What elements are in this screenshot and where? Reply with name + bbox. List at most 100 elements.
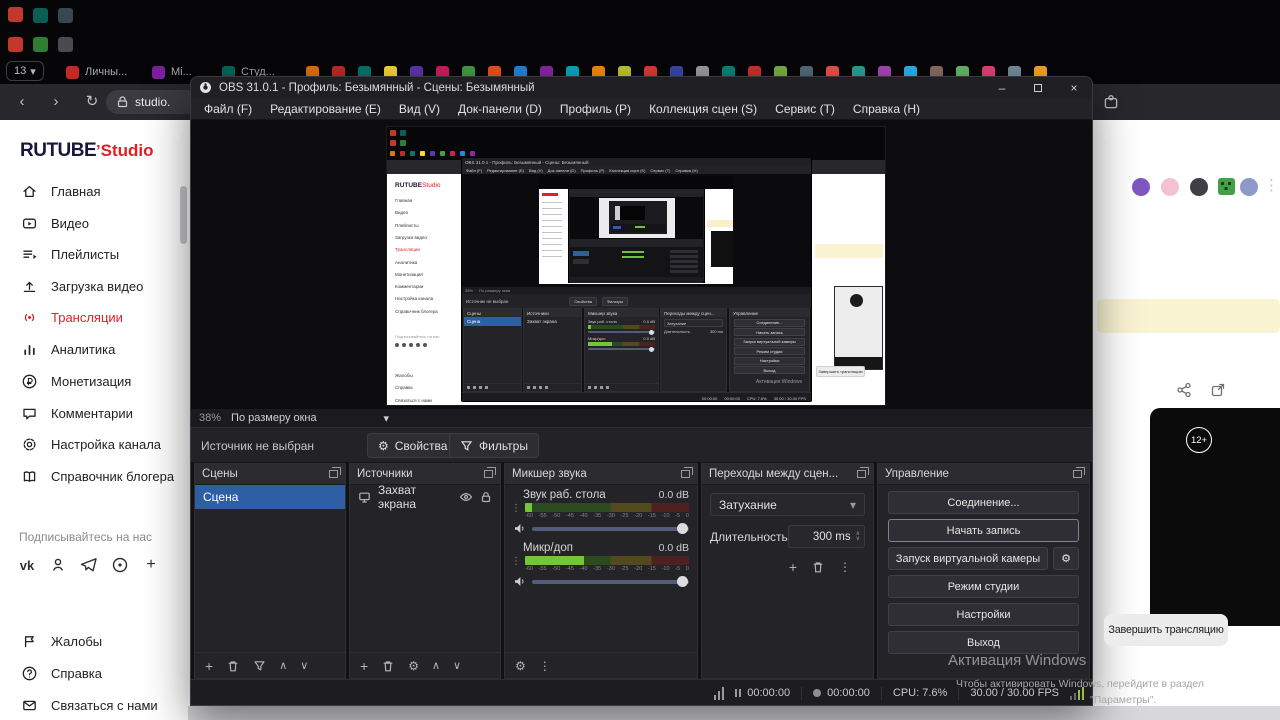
remove-source-icon[interactable]: [381, 659, 395, 673]
zoom-fit-dropdown[interactable]: По размеру окна ▾: [231, 412, 389, 425]
telegram-icon[interactable]: [78, 554, 100, 576]
browser-menu-icon[interactable]: ⋮: [1264, 176, 1279, 194]
transition-menu-icon[interactable]: ⋮: [839, 561, 851, 573]
sidebar-item-help[interactable]: Справка: [0, 659, 190, 687]
transition-type-dropdown[interactable]: Затухание ▾: [710, 493, 865, 516]
menu-help[interactable]: Справка (H): [844, 102, 929, 116]
vk-icon[interactable]: vk: [16, 554, 38, 576]
extension-icon[interactable]: [1161, 178, 1179, 196]
menu-tools[interactable]: Сервис (T): [766, 102, 844, 116]
close-button[interactable]: ×: [1056, 77, 1092, 98]
minimize-button[interactable]: –: [984, 77, 1020, 98]
start-recording-button[interactable]: Начать запись: [888, 519, 1079, 542]
volume-slider[interactable]: [532, 522, 689, 534]
duration-spinner[interactable]: 300 ms ∧ ∨: [787, 525, 865, 548]
exit-button[interactable]: Выход: [888, 631, 1079, 654]
sidebar-item-playlists[interactable]: Плейлисты: [0, 240, 190, 268]
spinner-arrows[interactable]: ∧ ∨: [856, 531, 860, 542]
scene-item[interactable]: Сцена: [195, 485, 345, 509]
end-stream-button[interactable]: Завершить трансляцию: [1104, 614, 1228, 646]
popout-icon[interactable]: [857, 467, 869, 478]
add-scene-icon[interactable]: +: [205, 659, 213, 673]
rutube-logo[interactable]: RUTUBE’Studio: [20, 140, 154, 162]
move-down-icon[interactable]: ∨: [453, 659, 461, 672]
extensions-puzzle-icon[interactable]: [1102, 93, 1120, 111]
menu-scene-collection[interactable]: Коллекция сцен (S): [640, 102, 766, 116]
ok-icon[interactable]: [47, 554, 69, 576]
popout-icon[interactable]: [1073, 467, 1085, 478]
menu-edit[interactable]: Редактирование (E): [261, 102, 390, 116]
channel-menu-icon[interactable]: ⋮: [511, 503, 521, 519]
channel-menu-icon[interactable]: ⋮: [511, 556, 521, 572]
move-up-icon[interactable]: ∧: [432, 659, 440, 672]
extension-icon[interactable]: [1132, 178, 1150, 196]
profile-avatar[interactable]: [1240, 178, 1258, 196]
extension-icon[interactable]: [1190, 178, 1208, 196]
preview-canvas[interactable]: RUTUBEStudio Главная Видео Плейлисты Заг…: [191, 120, 1092, 409]
move-up-icon[interactable]: ∧: [279, 659, 287, 672]
reload-icon[interactable]: ↻: [82, 92, 102, 112]
source-properties-icon[interactable]: ⚙: [408, 660, 419, 672]
sidebar-item-broadcasts[interactable]: Трансляции: [0, 303, 190, 331]
pinned-tab-favicons-row2[interactable]: [8, 37, 23, 52]
menu-file[interactable]: Файл (F): [195, 102, 261, 116]
menu-view[interactable]: Вид (V): [390, 102, 449, 116]
studio-mode-button[interactable]: Режим студии: [888, 575, 1079, 598]
sidebar-item-channel-settings[interactable]: Настройка канала: [0, 430, 190, 458]
creeper-extension-icon[interactable]: [1218, 178, 1235, 195]
eye-icon[interactable]: [459, 491, 473, 503]
viber-icon[interactable]: [109, 554, 131, 576]
sidebar-item-comments[interactable]: Комментарии: [0, 399, 190, 427]
sidebar-item-contact[interactable]: Связаться с нами: [0, 691, 190, 719]
scene-filters-icon[interactable]: [253, 659, 266, 672]
popout-icon[interactable]: [329, 467, 341, 478]
add-social-icon[interactable]: +: [140, 554, 162, 576]
sidebar-item-videos[interactable]: Видео: [0, 209, 190, 237]
speaker-icon[interactable]: [513, 522, 526, 535]
forward-icon[interactable]: ›: [46, 92, 66, 112]
properties-button[interactable]: ⚙ Свойства: [367, 433, 459, 458]
add-source-icon[interactable]: +: [360, 659, 368, 673]
sidebar-item-upload[interactable]: Загрузка видео: [0, 272, 190, 300]
address-bar[interactable]: studio.: [106, 90, 198, 114]
tab-search-counter[interactable]: 13 ▾: [6, 61, 44, 81]
menu-profile[interactable]: Профиль (P): [551, 102, 640, 116]
advanced-audio-icon[interactable]: ⚙: [515, 660, 526, 672]
slider-knob[interactable]: [676, 575, 688, 587]
remove-transition-icon[interactable]: [811, 560, 825, 574]
start-streaming-button[interactable]: Соединение...: [888, 491, 1079, 514]
add-transition-icon[interactable]: +: [789, 560, 797, 574]
window-title: OBS 31.0.1 - Профиль: Безымянный - Сцены…: [219, 81, 535, 94]
sidebar-item-analytics[interactable]: Аналитика: [0, 335, 190, 363]
filters-button[interactable]: Фильтры: [449, 433, 539, 458]
maximize-button[interactable]: [1020, 77, 1056, 98]
sidebar-item-home[interactable]: Главная: [0, 177, 190, 205]
sidebar-item-complaints[interactable]: Жалобы: [0, 627, 190, 655]
move-down-icon[interactable]: ∨: [300, 659, 308, 672]
browser-tab[interactable]: Личны...: [66, 63, 127, 81]
popout-icon[interactable]: [681, 467, 693, 478]
pinned-tab-favicons-row1[interactable]: [8, 7, 23, 22]
remove-scene-icon[interactable]: [226, 659, 240, 673]
sidebar-item-monetization[interactable]: Монетизация: [0, 367, 190, 395]
virtual-camera-settings-button[interactable]: ⚙: [1053, 547, 1079, 570]
share-icon[interactable]: [1176, 382, 1192, 398]
sidebar-item-blogger-guide[interactable]: Справочник блогера: [0, 462, 190, 490]
menu-docks[interactable]: Док-панели (D): [449, 102, 551, 116]
settings-button[interactable]: Настройки: [888, 603, 1079, 626]
captured-screen-level3: [599, 198, 675, 238]
mixer-menu-icon[interactable]: ⋮: [539, 660, 551, 672]
slider-knob[interactable]: [676, 522, 688, 534]
obs-titlebar[interactable]: OBS 31.0.1 - Профиль: Безымянный - Сцены…: [191, 77, 1092, 98]
browser-tab[interactable]: Mi...: [152, 63, 192, 81]
external-link-icon[interactable]: [1210, 382, 1226, 398]
back-icon[interactable]: ‹: [12, 92, 32, 112]
lock-icon[interactable]: [480, 491, 492, 503]
virtual-camera-button[interactable]: Запуск виртуальной камеры: [888, 547, 1048, 570]
speaker-icon[interactable]: [513, 575, 526, 588]
source-item[interactable]: Захват экрана: [350, 483, 500, 511]
sidebar-item-label: Справочник блогера: [51, 468, 175, 484]
scrollbar-thumb[interactable]: [180, 186, 187, 244]
volume-slider[interactable]: [532, 575, 689, 587]
popout-icon[interactable]: [484, 467, 496, 478]
